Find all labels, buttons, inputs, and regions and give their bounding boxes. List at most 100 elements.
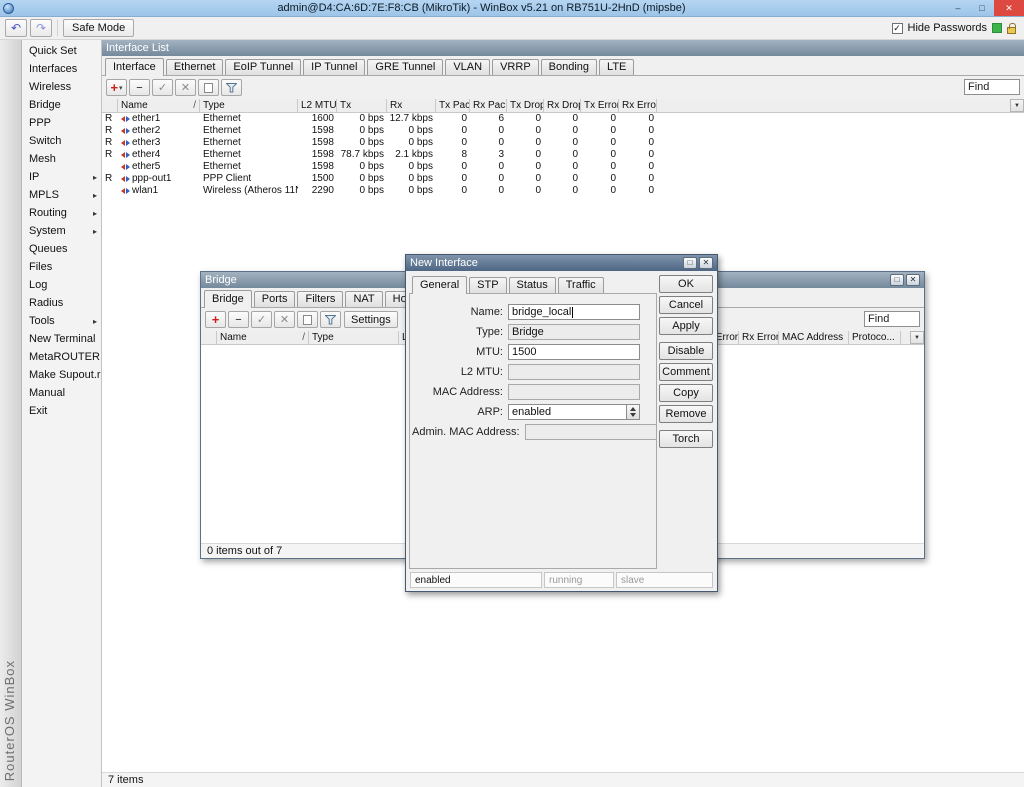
column-header-tx-drops[interactable]: Tx Drops [507, 99, 544, 112]
remove-button[interactable]: − [228, 311, 249, 328]
settings-button[interactable]: Settings [344, 311, 398, 328]
sidebar-item-system[interactable]: System▸ [22, 222, 101, 240]
sidebar-item-switch[interactable]: Switch [22, 132, 101, 150]
tab-bridge[interactable]: Bridge [204, 290, 252, 308]
column-header-protoco[interactable]: Protoco... [849, 331, 901, 344]
sidebar-item-exit[interactable]: Exit [22, 402, 101, 420]
tab-vlan[interactable]: VLAN [445, 59, 490, 75]
sidebar-item-mpls[interactable]: MPLS▸ [22, 186, 101, 204]
column-select-button[interactable]: ▼ [1010, 99, 1024, 112]
remove-button[interactable]: − [129, 79, 150, 96]
interface-list-titlebar[interactable]: Interface List [102, 40, 1024, 56]
sidebar-item-new-terminal[interactable]: New Terminal [22, 330, 101, 348]
new-interface-titlebar[interactable]: New Interface □ ✕ [406, 255, 717, 271]
column-header-type[interactable]: Type [200, 99, 298, 112]
tab-ip-tunnel[interactable]: IP Tunnel [303, 59, 365, 75]
close-button[interactable]: ✕ [906, 274, 920, 286]
maximize-button[interactable]: □ [970, 0, 994, 16]
tab-traffic[interactable]: Traffic [558, 277, 604, 293]
enable-button[interactable]: ✓ [251, 311, 272, 328]
find-input[interactable] [864, 311, 920, 327]
close-button[interactable]: ✕ [994, 0, 1024, 16]
ok-button[interactable]: OK [659, 275, 713, 293]
find-input[interactable] [964, 79, 1020, 95]
column-header-rx-drops[interactable]: Rx Drops [544, 99, 581, 112]
column-header-mac-address[interactable]: MAC Address [779, 331, 849, 344]
tab-ports[interactable]: Ports [254, 291, 296, 307]
disable-button[interactable]: ✕ [274, 311, 295, 328]
comment-button[interactable] [297, 311, 318, 328]
tab-status[interactable]: Status [509, 277, 556, 293]
column-header-tx[interactable]: Tx [337, 99, 387, 112]
column-header-name[interactable]: Name/ [118, 99, 200, 112]
filter-button[interactable] [221, 79, 242, 96]
column-header-rx[interactable]: Rx [387, 99, 436, 112]
sidebar-item-wireless[interactable]: Wireless [22, 78, 101, 96]
tab-lte[interactable]: LTE [599, 59, 634, 75]
enable-button[interactable]: ✓ [152, 79, 173, 96]
disable-button[interactable]: ✕ [175, 79, 196, 96]
sidebar-item-radius[interactable]: Radius [22, 294, 101, 312]
column-header-rx-errors[interactable]: Rx Errors [619, 99, 657, 112]
table-row-ether3[interactable]: Rether3Ethernet15980 bps0 bps000000 [102, 137, 1024, 149]
sidebar-item-mesh[interactable]: Mesh [22, 150, 101, 168]
tab-nat[interactable]: NAT [345, 291, 382, 307]
column-header-tx-pac[interactable]: Tx Pac... [436, 99, 470, 112]
sidebar-item-interfaces[interactable]: Interfaces [22, 60, 101, 78]
tab-gre-tunnel[interactable]: GRE Tunnel [367, 59, 443, 75]
disable-button[interactable]: Disable [659, 342, 713, 360]
restore-button[interactable]: □ [683, 257, 697, 269]
sidebar-item-queues[interactable]: Queues [22, 240, 101, 258]
sidebar-item-metarouter[interactable]: MetaROUTER [22, 348, 101, 366]
tab-stp[interactable]: STP [469, 277, 506, 293]
sidebar-item-bridge[interactable]: Bridge [22, 96, 101, 114]
filter-button[interactable] [320, 311, 341, 328]
table-row-ether1[interactable]: Rether1Ethernet16000 bps12.7 kbps060000 [102, 113, 1024, 125]
restore-button[interactable]: □ [890, 274, 904, 286]
sidebar-item-tools[interactable]: Tools▸ [22, 312, 101, 330]
mtu-field[interactable]: 1500 [508, 344, 640, 360]
arp-field[interactable]: enabled [508, 404, 640, 420]
sidebar-item-ppp[interactable]: PPP [22, 114, 101, 132]
table-row-ether4[interactable]: Rether4Ethernet159878.7 kbps2.1 kbps8300… [102, 149, 1024, 161]
torch-button[interactable]: Torch [659, 430, 713, 448]
minimize-button[interactable]: – [946, 0, 970, 16]
column-header-rx-errors[interactable]: Rx Errors [739, 331, 779, 344]
redo-button[interactable]: ↷ [30, 19, 52, 37]
comment-button[interactable]: Comment [659, 363, 713, 381]
table-row-wlan1[interactable]: wlan1Wireless (Atheros 11N)22900 bps0 bp… [102, 185, 1024, 197]
hide-passwords-checkbox[interactable]: ✓ [892, 23, 903, 34]
table-row-ether2[interactable]: Rether2Ethernet15980 bps0 bps000000 [102, 125, 1024, 137]
table-row-ether5[interactable]: ether5Ethernet15980 bps0 bps000000 [102, 161, 1024, 173]
table-row-ppp-out1[interactable]: Rppp-out1PPP Client15000 bps0 bps000000 [102, 173, 1024, 185]
comment-button[interactable] [198, 79, 219, 96]
tab-interface[interactable]: Interface [105, 58, 164, 76]
tab-eoip-tunnel[interactable]: EoIP Tunnel [225, 59, 301, 75]
sidebar-item-routing[interactable]: Routing▸ [22, 204, 101, 222]
sidebar-item-files[interactable]: Files [22, 258, 101, 276]
name-field[interactable]: bridge_local [508, 304, 640, 320]
add-interface-button[interactable]: +▾ [106, 79, 127, 96]
column-header-l2-mtu[interactable]: L2 MTU [298, 99, 337, 112]
apply-button[interactable]: Apply [659, 317, 713, 335]
copy-button[interactable]: Copy [659, 384, 713, 402]
sidebar-item-ip[interactable]: IP▸ [22, 168, 101, 186]
tab-vrrp[interactable]: VRRP [492, 59, 539, 75]
column-header-name[interactable]: Name/ [217, 331, 309, 344]
tab-bonding[interactable]: Bonding [541, 59, 597, 75]
safe-mode-button[interactable]: Safe Mode [63, 19, 134, 37]
window-titlebar[interactable]: admin@D4:CA:6D:7E:F8:CB (MikroTik) - Win… [0, 0, 1024, 17]
cancel-button[interactable]: Cancel [659, 296, 713, 314]
spinner-button[interactable] [626, 405, 639, 419]
close-button[interactable]: ✕ [699, 257, 713, 269]
remove-button[interactable]: Remove [659, 405, 713, 423]
sidebar-item-quick-set[interactable]: Quick Set [22, 42, 101, 60]
column-header-tx-errors[interactable]: Tx Errors [581, 99, 619, 112]
undo-button[interactable]: ↶ [5, 19, 27, 37]
column-header-type[interactable]: Type [309, 331, 399, 344]
sidebar-item-manual[interactable]: Manual [22, 384, 101, 402]
sidebar-item-make-supout-rif[interactable]: Make Supout.rif [22, 366, 101, 384]
add-bridge-button[interactable]: + [205, 311, 226, 328]
tab-ethernet[interactable]: Ethernet [166, 59, 224, 75]
sidebar-item-log[interactable]: Log [22, 276, 101, 294]
